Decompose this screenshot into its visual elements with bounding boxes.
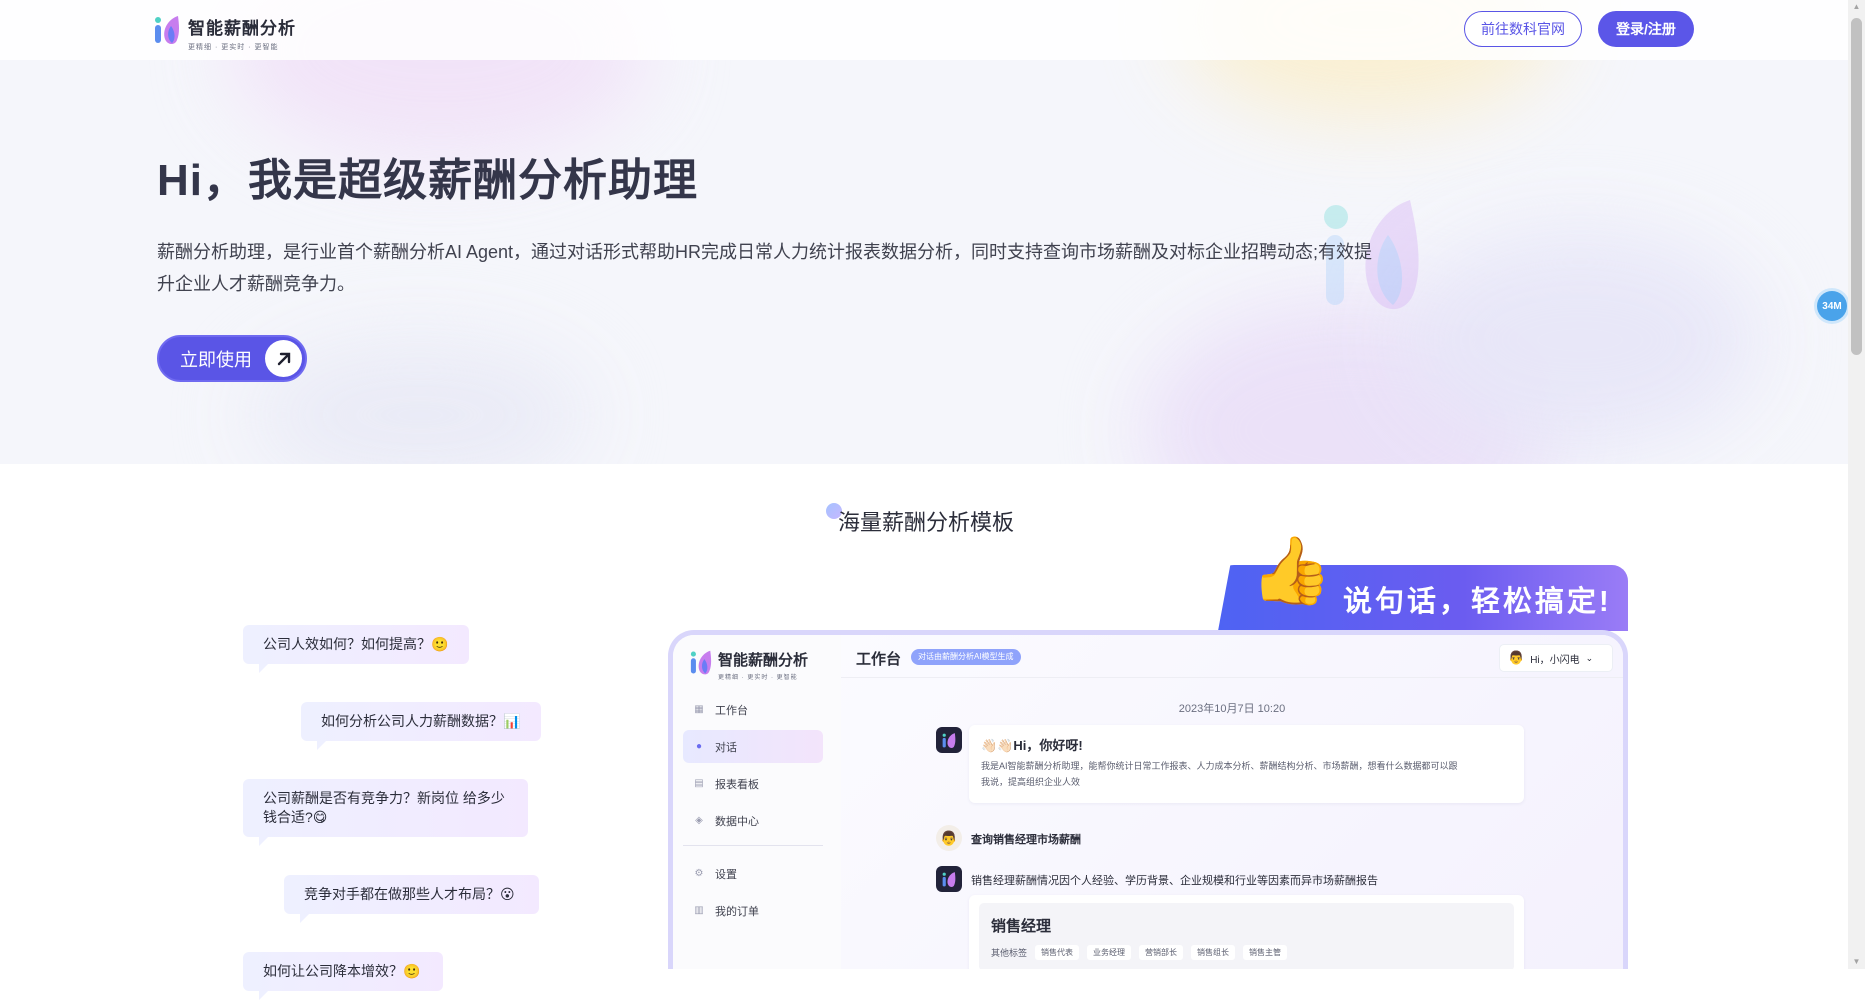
question-bubble[interactable]: 公司薪酬是否有竞争力？新岗位 给多少钱合适?😋 bbox=[243, 779, 528, 846]
sidebar-divider bbox=[683, 845, 823, 846]
logo-title: 智能薪酬分析 bbox=[188, 19, 296, 38]
nav-label: 我的订单 bbox=[715, 905, 759, 918]
gear-icon: ⚙ bbox=[694, 868, 704, 879]
mockup-nav-settings[interactable]: ⚙ 设置 bbox=[683, 857, 823, 890]
job-tag[interactable]: 销售代表 bbox=[1035, 945, 1080, 960]
user-message: 查询销售经理市场薪酬 bbox=[971, 834, 1081, 846]
brand-logo[interactable]: 智能薪酬分析 更精细 · 更实时 · 更智能 bbox=[154, 14, 296, 52]
question-text: 公司薪酬是否有竞争力？新岗位 给多少钱合适?😋 bbox=[263, 790, 505, 825]
mockup-nav-data-center[interactable]: ◈ 数据中心 bbox=[683, 804, 823, 837]
job-tags-label: 其他标签 bbox=[991, 948, 1028, 958]
question-bubble[interactable]: 如何分析公司人力薪酬数据？📊 bbox=[301, 702, 541, 750]
report-icon: ▤ bbox=[694, 778, 704, 789]
arrow-up-right-icon bbox=[265, 340, 302, 377]
question-text: 公司人效如何？如何提高？🙂 bbox=[263, 636, 449, 652]
top-navbar: 智能薪酬分析 更精细 · 更实时 · 更智能 前往数科官网 登录/注册 bbox=[0, 0, 1848, 60]
use-now-button[interactable]: 立即使用 bbox=[157, 335, 307, 382]
hero-description: 薪酬分析助理，是行业首个薪酬分析AI Agent，通过对话形式帮助HR完成日常人… bbox=[157, 242, 1373, 294]
ai-chat-icon: ● bbox=[695, 741, 703, 752]
mockup-nav-workbench[interactable]: ▦ 工作台 bbox=[683, 693, 823, 726]
ai-message: 销售经理薪酬情况因个人经验、学历背景、企业规模和行业等因素而异市场薪酬报告 bbox=[971, 875, 1378, 887]
mockup-user-menu[interactable]: 👨 Hi，小闪电 ⌄ bbox=[1499, 644, 1613, 672]
job-tag[interactable]: 销售组长 bbox=[1191, 945, 1236, 960]
question-text: 如何分析公司人力薪酬数据？📊 bbox=[321, 713, 521, 729]
question-text: 如何让公司降本增效？🙂 bbox=[263, 963, 421, 979]
hero-section: Hi，我是超级薪酬分析助理 薪酬分析助理，是行业首个薪酬分析AI Agent，通… bbox=[0, 0, 1848, 464]
mockup-logo-subtitle: 更精细 · 更实时 · 更智能 bbox=[718, 675, 798, 681]
scrollbar-thumb[interactable] bbox=[1851, 18, 1862, 355]
question-bubble[interactable]: 竞争对手都在做那些人才布局？😮 bbox=[284, 875, 539, 923]
nav-label: 报表看板 bbox=[715, 778, 759, 791]
logo-icon bbox=[155, 16, 179, 45]
greeting-body: 我是AI智能薪酬分析助理，能帮你统计日常工作报表、人力成本分析、薪酬结构分析、市… bbox=[981, 761, 1458, 787]
thumbs-up-icon: 👍 bbox=[1250, 533, 1333, 607]
order-icon: ▥ bbox=[694, 905, 704, 916]
hero-title: Hi，我是超级薪酬分析助理 bbox=[157, 156, 698, 205]
job-tag[interactable]: 业务经理 bbox=[1087, 945, 1132, 960]
job-tag[interactable]: 营销部长 bbox=[1139, 945, 1184, 960]
official-site-button[interactable]: 前往数科官网 bbox=[1464, 11, 1582, 47]
login-register-button[interactable]: 登录/注册 bbox=[1598, 11, 1694, 47]
nav-label: 对话 bbox=[715, 741, 737, 754]
chevron-down-icon: ⌄ bbox=[1585, 652, 1594, 663]
mockup-header: 工作台 对话由薪酬分析AI模型生成 👨 Hi，小闪电 ⌄ bbox=[841, 635, 1623, 678]
mockup-logo: 智能薪酬分析 更精细 · 更实时 · 更智能 bbox=[690, 649, 808, 681]
section-title: 海量薪酬分析模板 bbox=[838, 510, 1015, 535]
ai-avatar-icon bbox=[936, 727, 962, 753]
scroll-up-arrow-icon[interactable]: ▲ bbox=[1851, 2, 1862, 12]
job-summary: 销售经理 其他标签 销售代表 业务经理 营销部长 销售组长 销售主管 bbox=[979, 903, 1514, 969]
logo-subtitle: 更精细 · 更实时 · 更智能 bbox=[188, 44, 279, 51]
avatar: 👨 bbox=[1508, 650, 1525, 665]
mockup-logo-title: 智能薪酬分析 bbox=[718, 652, 809, 669]
mockup-sidebar: 智能薪酬分析 更精细 · 更实时 · 更智能 ▦ 工作台 ● 对话 ▤ 报表看板… bbox=[673, 635, 842, 969]
question-text: 竞争对手都在做那些人才布局？😮 bbox=[304, 886, 515, 902]
layers-icon: ◈ bbox=[695, 815, 703, 826]
mockup-page-title: 工作台 bbox=[856, 651, 902, 668]
nav-label: 设置 bbox=[715, 868, 737, 881]
nav-label: 数据中心 bbox=[715, 815, 759, 828]
mockup-nav-orders[interactable]: ▥ 我的订单 bbox=[683, 894, 823, 927]
chat-timestamp: 2023年10月7日 10:20 bbox=[1178, 703, 1286, 715]
mockup-nav-chat[interactable]: ● 对话 bbox=[683, 730, 823, 763]
job-salary-card: 销售经理 其他标签 销售代表 业务经理 营销部长 销售组长 销售主管 bbox=[969, 895, 1524, 969]
use-now-label: 立即使用 bbox=[180, 349, 252, 370]
mockup-ai-badge: 对话由薪酬分析AI模型生成 bbox=[911, 649, 1021, 665]
scroll-down-arrow-icon[interactable]: ▼ bbox=[1851, 957, 1862, 967]
job-tag[interactable]: 销售主管 bbox=[1243, 945, 1288, 960]
user-avatar: 👨 bbox=[936, 825, 962, 851]
job-tags: 其他标签 销售代表 业务经理 营销部长 销售组长 销售主管 bbox=[991, 945, 1288, 960]
nav-label: 工作台 bbox=[715, 704, 748, 717]
greeting-title: 👋🏻👋🏻Hi，你好呀! bbox=[981, 738, 1083, 753]
mockup-nav-dashboard[interactable]: ▤ 报表看板 bbox=[683, 767, 823, 800]
banner-text: 说句话，轻松搞定! bbox=[1343, 586, 1612, 618]
ai-avatar-icon bbox=[936, 866, 962, 892]
floating-speed-badge[interactable]: 34M bbox=[1817, 291, 1847, 321]
grid-icon: ▦ bbox=[694, 704, 704, 715]
logo-icon bbox=[690, 650, 712, 675]
question-bubble[interactable]: 如何让公司降本增效？🙂 bbox=[243, 952, 443, 1000]
mockup-main: 工作台 对话由薪酬分析AI模型生成 👨 Hi，小闪电 ⌄ 2023年10月7日 … bbox=[841, 635, 1623, 969]
question-bubble[interactable]: 公司人效如何？如何提高？🙂 bbox=[243, 625, 469, 673]
user-greeting: Hi，小闪电 bbox=[1530, 654, 1580, 666]
app-mockup: 智能薪酬分析 更精细 · 更实时 · 更智能 ▦ 工作台 ● 对话 ▤ 报表看板… bbox=[668, 630, 1628, 969]
ai-greeting-card: 👋🏻👋🏻Hi，你好呀! 我是AI智能薪酬分析助理，能帮你统计日常工作报表、人力成… bbox=[969, 725, 1524, 803]
job-title: 销售经理 bbox=[991, 918, 1052, 935]
